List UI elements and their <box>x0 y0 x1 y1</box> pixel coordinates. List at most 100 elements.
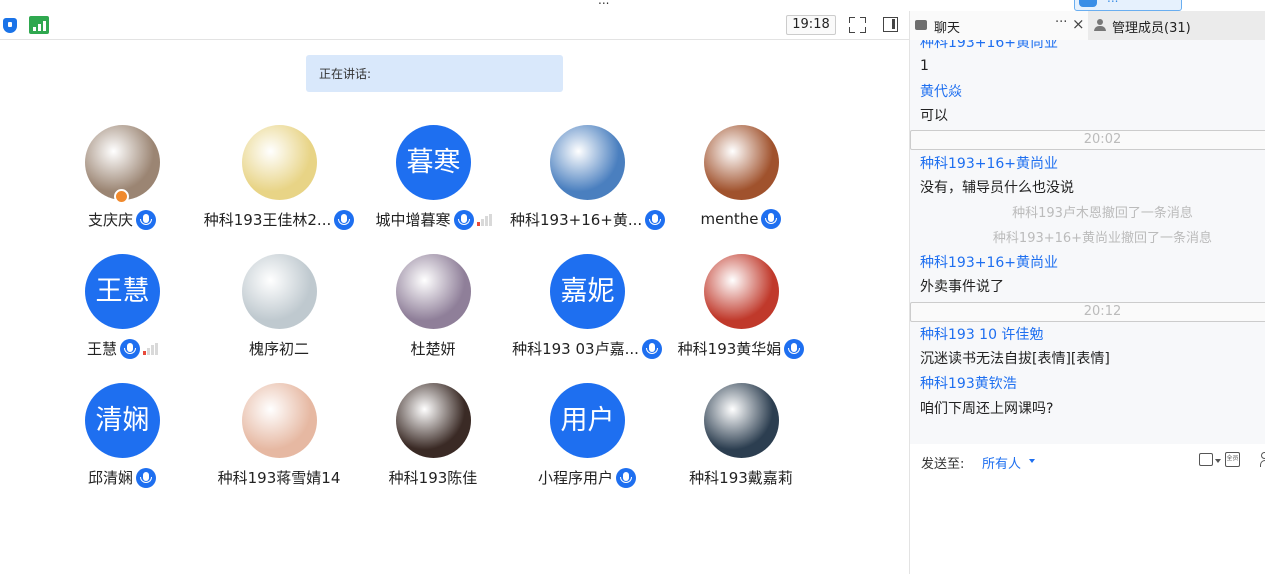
participant-name-row: 邱清娴 <box>45 467 199 489</box>
avatar[interactable] <box>242 383 317 458</box>
participant-name-row: 城中增暮寒 <box>356 209 510 231</box>
file-menu-chevron-icon[interactable] <box>1215 459 1221 463</box>
chat-icon <box>915 20 927 30</box>
send-to-label: 发送至: <box>921 457 965 472</box>
avatar[interactable]: 清娴 <box>85 383 160 458</box>
participant-tile[interactable]: 用户小程序用户 <box>510 383 664 498</box>
chat-sender[interactable]: 种科193+16+黄尚业 <box>920 40 1058 52</box>
participant-name-row: menthe <box>664 209 818 231</box>
participant-tile[interactable]: 种科193蒋雪婧14 <box>202 383 356 498</box>
upload-button[interactable]: ... <box>1074 0 1182 11</box>
host-badge-icon <box>114 189 129 204</box>
chat-recall: 种科193+16+黄尚业撤回了一条消息 <box>992 231 1213 246</box>
participant-tile[interactable]: 种科193+16+黄... <box>510 125 666 240</box>
chat-sender[interactable]: 黄代焱 <box>920 81 962 101</box>
avatar[interactable]: 暮寒 <box>396 125 471 200</box>
avatar[interactable] <box>704 383 779 458</box>
participant-name: menthe <box>700 210 759 228</box>
participant-name: 邱清娴 <box>87 469 133 487</box>
participant-tile[interactable]: 种科193王佳林2... <box>202 125 356 240</box>
participant-tile[interactable]: 种科193黄华娟 <box>664 254 818 369</box>
close-icon[interactable]: × <box>1072 15 1085 33</box>
avatar[interactable]: 用户 <box>550 383 625 458</box>
send-target-select[interactable]: 所有人 <box>982 453 1021 472</box>
participant-name: 种科193+16+黄... <box>510 211 643 229</box>
participant-name-row: 种科193王佳林2... <box>202 209 356 231</box>
send-bar: 发送至: 所有人 全员 <box>910 444 1265 574</box>
avatar[interactable] <box>550 125 625 200</box>
chat-sender[interactable]: 种科193+16+黄尚业 <box>920 153 1058 173</box>
chat-time: 20:02 <box>910 130 1265 150</box>
participant-tile[interactable]: 王慧 王慧 <box>45 254 199 369</box>
fullscreen-icon[interactable] <box>849 17 866 33</box>
more-icon[interactable]: ··· <box>1055 15 1067 30</box>
microphone-icon <box>641 338 662 359</box>
participant-name: 种科193陈佳 <box>388 469 478 487</box>
chat-sender[interactable]: 种科193+16+黄尚业 <box>920 252 1058 272</box>
participant-name: 种科193蒋雪婧14 <box>217 469 341 487</box>
participant-name-row: 种科193蒋雪婧14 <box>202 467 356 489</box>
chat-text: 1 <box>920 58 929 74</box>
chat-text: 沉迷读书无法自拔[表情][表情] <box>920 351 1110 367</box>
meeting-time: 19:18 <box>786 15 836 35</box>
participant-name: 种科193黄华娟 <box>677 340 782 358</box>
mention-all-icon[interactable]: 全员 <box>1225 452 1240 467</box>
microphone-icon <box>136 467 156 488</box>
participant-name-row: 种科193陈佳 <box>356 467 510 489</box>
chat-recall: 种科193卢木恩撤回了一条消息 <box>1012 206 1193 221</box>
participant-name: 杜楚妍 <box>410 340 456 358</box>
shield-icon[interactable] <box>3 18 17 33</box>
user-icon <box>1094 19 1106 31</box>
avatar[interactable] <box>396 383 471 458</box>
participant-name-row: 种科193戴嘉莉 <box>664 467 818 489</box>
avatar[interactable]: 嘉妮 <box>550 254 625 329</box>
microphone-icon <box>334 209 355 230</box>
microphone-icon <box>761 209 782 229</box>
volume-level-icon <box>143 342 158 355</box>
file-icon[interactable] <box>1199 453 1213 466</box>
participant-name-row: 槐序初二 <box>202 338 356 360</box>
participant-name: 城中增暮寒 <box>375 211 451 229</box>
chat-sender[interactable]: 种科193黄钦浩 <box>920 373 1017 393</box>
microphone-icon <box>645 209 666 230</box>
tab-chat[interactable]: 聊天 ··· × <box>910 11 1088 40</box>
participant-name-row: 小程序用户 <box>510 467 664 489</box>
avatar[interactable] <box>704 125 779 200</box>
participant-tile[interactable]: 清娴 邱清娴 <box>45 383 199 498</box>
meeting-toolbar: 19:18 <box>0 11 909 40</box>
chat-panel-header: 聊天 ··· × 管理成员(31) <box>910 11 1265 40</box>
participant-tile[interactable]: 支庆庆 <box>45 125 199 240</box>
microphone-icon <box>136 209 156 230</box>
participant-name-row: 支庆庆 <box>45 209 199 231</box>
participant-name: 王慧 <box>86 340 117 358</box>
participant-tile[interactable]: 槐序初二 <box>202 254 356 369</box>
participant-name: 种科193戴嘉莉 <box>689 469 793 487</box>
tab-members[interactable]: 管理成员(31) <box>1088 11 1265 40</box>
participant-name: 小程序用户 <box>537 469 613 487</box>
avatar[interactable] <box>242 125 317 200</box>
chevron-down-icon[interactable] <box>1029 459 1035 463</box>
avatar[interactable]: 王慧 <box>85 254 160 329</box>
avatar[interactable] <box>704 254 779 329</box>
participant-name-row: 王慧 <box>45 338 199 360</box>
microphone-icon <box>616 467 636 488</box>
chat-messages[interactable]: 种科193+16+黄尚业 1 黄代焱 可以 20:02 种科193+16+黄尚业 没有，辅导… <box>910 40 1265 444</box>
participant-tile[interactable]: 种科193戴嘉莉 <box>664 383 818 498</box>
participant-tile[interactable]: 种科193陈佳 <box>356 383 510 498</box>
participant-tile[interactable]: 嘉妮 种科193 03卢嘉... <box>510 254 664 369</box>
person-icon[interactable] <box>1260 452 1265 468</box>
participant-name-row: 种科193+16+黄... <box>510 209 666 231</box>
participant-tile[interactable]: menthe <box>664 125 818 240</box>
participant-tile[interactable]: 暮寒城中增暮寒 <box>356 125 510 240</box>
side-panel-icon[interactable] <box>883 17 898 32</box>
participant-name: 支庆庆 <box>87 211 133 229</box>
chat-sender[interactable]: 种科193 10 许佳勉 <box>920 324 1043 344</box>
avatar[interactable] <box>396 254 471 329</box>
avatar[interactable] <box>242 254 317 329</box>
chat-time: 20:12 <box>910 302 1265 322</box>
microphone-icon <box>784 338 805 359</box>
participant-tile[interactable]: 杜楚妍 <box>356 254 510 369</box>
microphone-icon <box>453 209 474 230</box>
speaking-label: 正在讲话: <box>319 67 372 81</box>
signal-icon[interactable] <box>29 16 49 34</box>
